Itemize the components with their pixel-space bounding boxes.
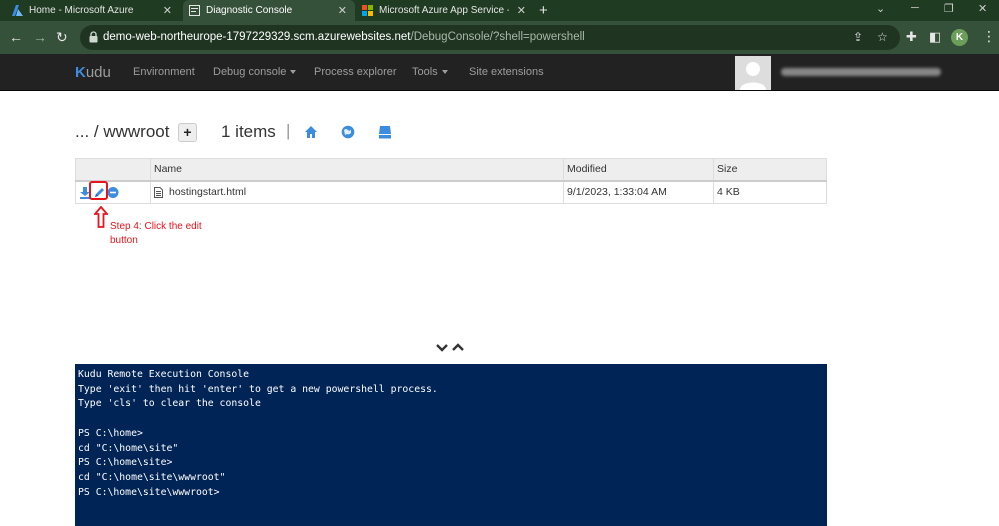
azure-logo-icon [12, 5, 23, 16]
back-arrow-icon[interactable]: ← [9, 29, 23, 45]
table-header-row: ​ Name Modified Size [75, 158, 827, 182]
drive-icon[interactable] [378, 125, 392, 139]
console-line: PS C:\home> [78, 427, 143, 439]
file-size: 4 KB [713, 180, 827, 204]
header-name[interactable]: Name [150, 158, 564, 182]
globe-icon[interactable] [341, 125, 355, 139]
browser-tab-app-service[interactable]: Microsoft Azure App Service - W ✕ [362, 0, 534, 21]
annotation-up-arrow-icon [94, 206, 108, 228]
close-tab-icon[interactable]: ✕ [517, 4, 526, 17]
breadcrumb[interactable]: ... / wwwroot [75, 122, 169, 142]
collapse-chevron-down-icon [436, 344, 448, 352]
table-row: hostingstart.html 9/1/2023, 1:33:04 AM 4… [75, 180, 827, 204]
caret-down-icon [290, 70, 297, 75]
url-text: demo-web-northeurope-1797229329.scm.azur… [103, 31, 585, 43]
browser-toolbar: ← → ↻ demo-web-northeurope-1797229329.sc… [0, 21, 999, 54]
row-actions [75, 180, 151, 204]
header-modified[interactable]: Modified [563, 158, 714, 182]
file-table: ​ Name Modified Size hostingstart.html 9… [75, 158, 827, 204]
powershell-console[interactable]: Kudu Remote Execution Console Type 'exit'… [75, 364, 827, 526]
browser-tab-diagnostic-console[interactable]: Diagnostic Console ✕ [183, 0, 355, 21]
address-bar[interactable]: demo-web-northeurope-1797229329.scm.azur… [80, 25, 900, 50]
separator: | [286, 121, 291, 140]
kudu-page-icon [189, 5, 200, 16]
nav-tools[interactable]: Tools [412, 66, 448, 78]
side-panel-icon[interactable]: ◧ [929, 29, 941, 45]
console-line: cd "C:\home\site\wwwroot" [78, 471, 226, 483]
annotation-text: Step 4: Click the edit button [110, 221, 202, 246]
tab-title: Diagnostic Console [206, 5, 293, 16]
browser-tab-azure-home[interactable]: Home - Microsoft Azure ✕ [12, 0, 180, 21]
lock-icon [89, 31, 98, 43]
user-silhouette-icon [740, 62, 766, 90]
browser-tab-strip: Home - Microsoft Azure ✕ Diagnostic Cons… [0, 0, 999, 21]
user-email-redacted [781, 68, 941, 76]
user-avatar[interactable] [735, 56, 771, 90]
items-count: 1 items [221, 122, 276, 141]
console-resize-handle[interactable] [436, 342, 466, 357]
file-name-cell[interactable]: hostingstart.html [150, 180, 564, 204]
add-item-button[interactable]: + [178, 123, 197, 142]
console-line: Kudu Remote Execution Console [78, 369, 250, 380]
delete-minus-icon[interactable] [107, 186, 119, 199]
nav-process-explorer[interactable]: Process explorer [314, 66, 397, 78]
header-actions: ​ [75, 158, 151, 182]
file-icon [154, 186, 163, 198]
kudu-brand[interactable]: Kudu [75, 64, 111, 81]
home-icon[interactable] [304, 125, 318, 139]
file-modified: 9/1/2023, 1:33:04 AM [563, 180, 714, 204]
caret-down-icon [441, 70, 448, 75]
minimize-icon[interactable]: ─ [911, 2, 919, 14]
console-input-prompt[interactable]: PS C:\home\site\wwwroot> [78, 486, 824, 501]
console-line: cd "C:\home\site" [78, 442, 179, 454]
console-line: Type 'exit' then hit 'enter' to get a ne… [78, 383, 438, 395]
extensions-puzzle-icon[interactable]: ✚ [906, 29, 917, 45]
console-line: Type 'cls' to clear the console [78, 398, 261, 410]
close-tab-icon[interactable]: ✕ [163, 4, 172, 17]
restore-icon[interactable]: ❐ [944, 2, 954, 15]
microsoft-logo-icon [362, 5, 373, 16]
header-size[interactable]: Size [713, 158, 827, 182]
file-name[interactable]: hostingstart.html [169, 186, 246, 198]
tab-title: Home - Microsoft Azure [29, 5, 134, 16]
close-window-icon[interactable]: ✕ [978, 2, 987, 15]
forward-arrow-icon[interactable]: → [33, 29, 47, 45]
bookmark-star-icon[interactable]: ☆ [877, 30, 888, 44]
reload-icon[interactable]: ↻ [56, 29, 68, 45]
nav-environment[interactable]: Environment [133, 66, 195, 78]
tab-search-chevron-icon[interactable]: ⌄ [876, 2, 885, 15]
new-tab-icon[interactable]: + [539, 2, 548, 19]
close-tab-icon[interactable]: ✕ [338, 4, 347, 17]
tab-title: Microsoft Azure App Service - W [379, 5, 509, 16]
console-line: ​ [78, 412, 824, 427]
nav-debug-console[interactable]: Debug console [213, 66, 297, 78]
annotation-highlight-box [89, 181, 108, 200]
console-line: PS C:\home\site> [78, 457, 173, 469]
share-icon[interactable]: ⇪ [853, 30, 863, 44]
profile-avatar[interactable]: K [951, 29, 968, 46]
expand-chevron-up-icon [452, 343, 464, 351]
browser-menu-icon[interactable]: ⋮ [982, 29, 996, 43]
nav-site-extensions[interactable]: Site extensions [469, 66, 544, 78]
